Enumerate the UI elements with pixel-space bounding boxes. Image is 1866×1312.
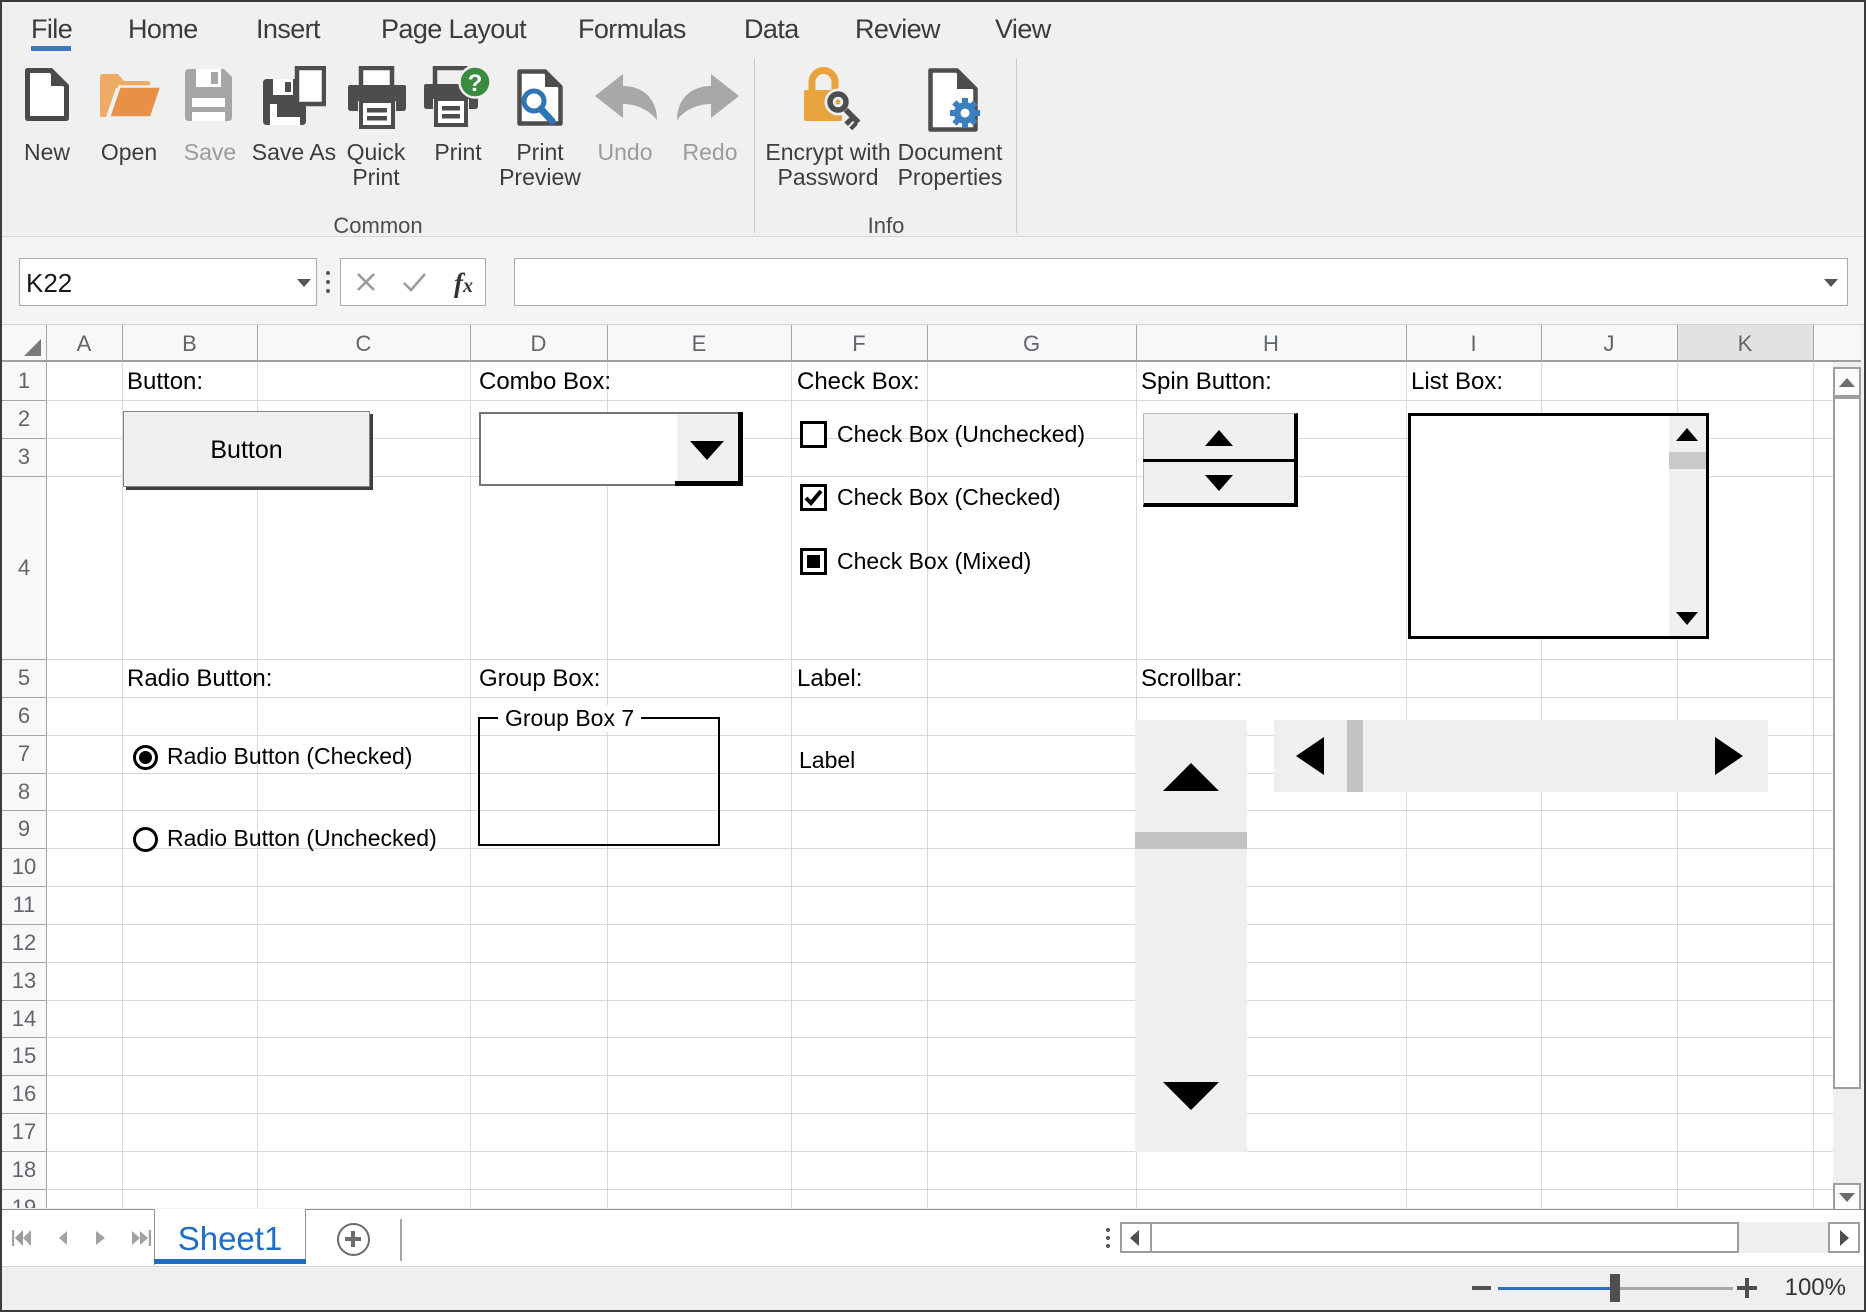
svg-text:?: ? <box>468 70 483 97</box>
